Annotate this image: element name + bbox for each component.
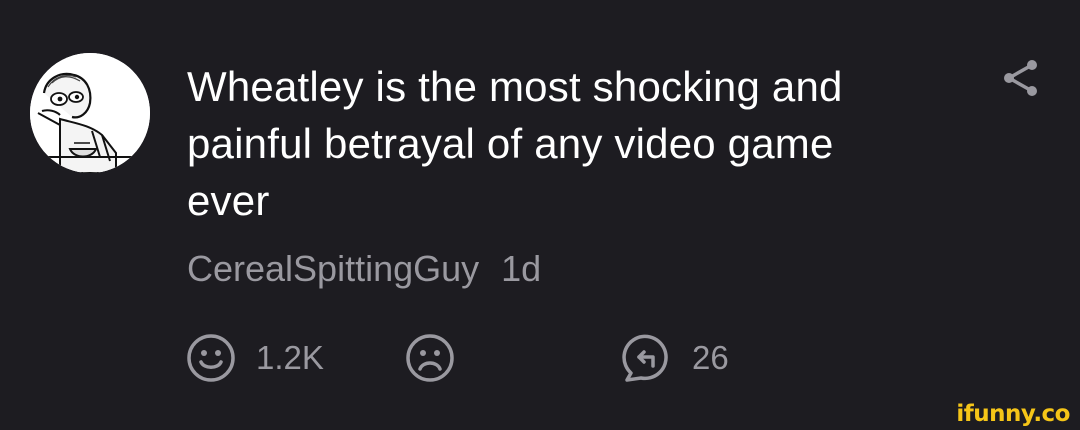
sad-face-icon (406, 334, 454, 382)
smile-face-icon (187, 334, 235, 382)
comment-text: Wheatley is the most shocking and painfu… (187, 63, 843, 224)
cereal-guy-icon (30, 53, 150, 173)
like-count: 1.2K (256, 339, 324, 376)
share-icon (1004, 60, 1037, 96)
like-button[interactable]: 1.2K (186, 333, 324, 383)
timestamp: 1d (501, 248, 542, 289)
comment-screen: Wheatley is the most shocking and painfu… (0, 0, 1080, 430)
avatar[interactable] (30, 53, 150, 173)
reply-button[interactable]: 26 (622, 333, 729, 383)
ifunny-watermark: ifunny.co (956, 401, 1070, 427)
reply-bubble-icon (622, 334, 668, 382)
share-button[interactable] (1000, 57, 1042, 99)
username[interactable]: CerealSpittingGuy (187, 248, 479, 289)
comment-meta: CerealSpittingGuy 1d (187, 247, 541, 291)
dislike-button[interactable] (405, 333, 455, 383)
reply-count: 26 (692, 339, 729, 376)
